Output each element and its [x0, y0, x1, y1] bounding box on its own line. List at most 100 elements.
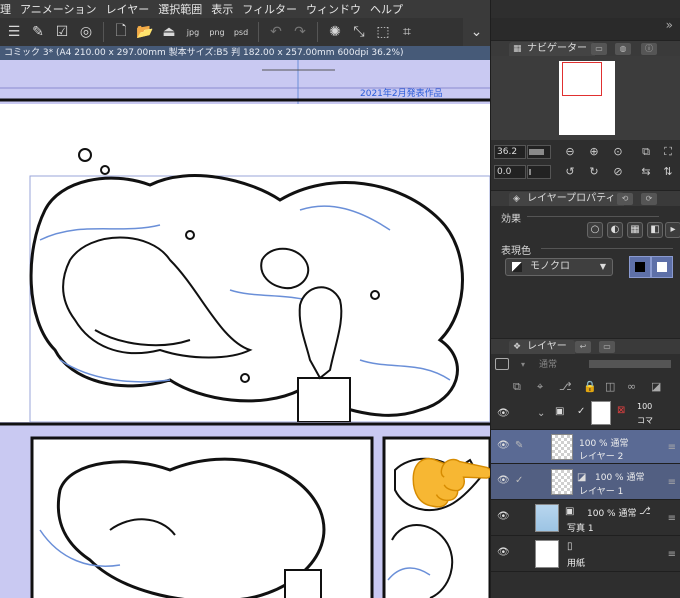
paper-icon: ▯ [567, 541, 573, 552]
layer-name: 写真 1 [567, 524, 594, 534]
pen-edit-icon[interactable]: ✎ [515, 440, 523, 451]
menu-item-selection[interactable]: 選択範囲 [158, 1, 211, 17]
eye-icon[interactable]: 👁 [497, 547, 510, 558]
zoom-out-icon[interactable]: ⊖ [563, 145, 577, 159]
layer-row-paper[interactable]: 👁 ▯ 用紙 ≡ [491, 536, 680, 572]
layer-row-layer-2[interactable]: 👁 ✎ 100 % 通常 レイヤー 2 ≡ [491, 430, 680, 464]
layer-menu-icon[interactable]: ≡ [668, 513, 676, 524]
history-icon[interactable]: ↩ [575, 341, 591, 353]
layer-tool-row: ⧉ ⌖ ⎇ 🔒 ◫ ∞ ◪ [491, 376, 680, 398]
palette-color-icon[interactable]: ◪ [651, 380, 661, 393]
reference-layer-icon[interactable]: ⧉ [513, 380, 521, 394]
menu-item-help[interactable]: ヘルプ [370, 1, 412, 17]
export-png-icon[interactable]: png [207, 22, 227, 42]
extract-line-icon[interactable]: ◐ [607, 222, 623, 238]
reset-rotation-icon[interactable]: ⊘ [611, 165, 625, 179]
pen-settings-icon[interactable]: ✎ [28, 22, 48, 42]
chevron-right-icon[interactable]: » [666, 18, 673, 32]
flip-horizontal-icon[interactable]: ⇆ [639, 165, 653, 179]
link-icon[interactable]: ∞ [627, 380, 636, 393]
rotate-left-icon[interactable]: ↺ [563, 165, 577, 179]
menu-item-filter[interactable]: フィルター [242, 1, 306, 17]
border-effect-icon[interactable]: ○ [587, 222, 603, 238]
rotate-slider[interactable] [527, 165, 551, 179]
menu-item-layer[interactable]: レイヤー [106, 1, 159, 17]
document-tab[interactable]: コミック 3* (A4 210.00 x 297.00mm 製本サイズ:B5 判… [0, 46, 490, 60]
layer-thumbnail [551, 434, 573, 460]
sub-tool-detail-icon[interactable]: ⟳ [641, 193, 657, 205]
zoom-slider[interactable] [527, 145, 551, 159]
layer-name: レイヤー 1 [579, 487, 624, 497]
tone-icon[interactable]: ▦ [627, 222, 643, 238]
menu-item-edit[interactable]: 理 [0, 1, 20, 17]
info-icon[interactable]: ◍ [615, 43, 631, 55]
clip-icon: ⎇ [639, 506, 651, 517]
menu-item-view[interactable]: 表示 [211, 1, 242, 17]
mask-icon[interactable]: ◫ [605, 380, 615, 393]
layer-row-layer-1[interactable]: 👁 ✓ ◪ 100 % 通常 レイヤー 1 ≡ [491, 464, 680, 500]
search-layer-icon[interactable]: ⟲ [617, 193, 633, 205]
opacity-slider[interactable] [589, 360, 671, 368]
check-icon: ✓ [577, 406, 586, 417]
mask-disabled-icon[interactable]: ⊠ [617, 405, 625, 416]
black-color-button[interactable] [629, 256, 651, 278]
rotate-slider-fill [529, 169, 531, 175]
white-color-button[interactable] [651, 256, 673, 278]
menu-item-animation[interactable]: アニメーション [20, 1, 106, 17]
layer-menu-icon[interactable]: ≡ [668, 442, 676, 453]
layer-menu-icon[interactable]: ≡ [668, 477, 676, 488]
chevron-down-icon[interactable]: ⌄ [463, 18, 490, 46]
layer-row-folder[interactable]: 👁 ⌄ ▣ ✓ ⊠ 100 コマ [491, 398, 680, 430]
open-folder-icon[interactable]: 📂 [135, 22, 155, 42]
eye-icon[interactable]: 👁 [497, 408, 510, 419]
canvas-area[interactable]: 2021年2月発表作品 [0, 60, 490, 598]
expression-color-select[interactable]: モノクロ ▼ [505, 258, 613, 276]
flip-vertical-icon[interactable]: ⇅ [661, 165, 675, 179]
select-all-icon[interactable]: ⬚ [373, 22, 393, 42]
navigator-preview[interactable] [491, 56, 680, 140]
crop-icon[interactable]: ⌗ [397, 22, 417, 42]
tab-navigator[interactable]: ▦ ナビゲーター [509, 42, 595, 56]
zoom-input[interactable]: 36.2 [494, 145, 526, 159]
eye-icon[interactable]: 👁 [497, 511, 510, 522]
fit-icon[interactable]: ⊙ [611, 145, 625, 159]
transform-icon[interactable]: ⤡ [349, 22, 369, 42]
export-jpg-icon[interactable]: jpg [183, 22, 203, 42]
eye-icon[interactable]: 👁 [497, 475, 510, 486]
sub-view-icon[interactable]: ▭ [591, 43, 607, 55]
blend-mode-select[interactable]: ▾ 通常 [513, 357, 583, 373]
layer-color-icon[interactable]: ◧ [647, 222, 663, 238]
layer-row-photo-1[interactable]: 👁 ▣ 100 % 通常 ⎇ 写真 1 ≡ [491, 500, 680, 536]
lock-transparency-icon[interactable] [495, 358, 509, 370]
loading-icon[interactable]: ✺ [325, 22, 345, 42]
fit-window-icon[interactable]: ⛶ [661, 145, 675, 159]
zoom-in-icon[interactable]: ⊕ [587, 145, 601, 159]
tab-layer-property[interactable]: ◈ レイヤープロパティ [509, 192, 624, 206]
draft-layer-icon[interactable]: ⌖ [537, 380, 543, 394]
redo-icon[interactable]: ↷ [290, 22, 310, 42]
navigator-viewport-frame[interactable] [562, 62, 602, 96]
spiral-icon[interactable]: ◎ [76, 22, 96, 42]
rotate-right-icon[interactable]: ↻ [587, 165, 601, 179]
auto-action-icon[interactable]: ▭ [599, 341, 615, 353]
eye-icon[interactable]: 👁 [497, 440, 510, 451]
check-icon[interactable]: ✓ [515, 475, 523, 486]
menu-item-window[interactable]: ウィンドウ [306, 1, 370, 17]
save-icon[interactable]: ⏏ [159, 22, 179, 42]
rotate-input[interactable]: 0.0 [494, 165, 526, 179]
clip-layer-icon[interactable]: ⎇ [559, 380, 572, 393]
layer-menu-icon[interactable]: ≡ [668, 549, 676, 560]
chevron-down-icon[interactable]: ⌄ [537, 408, 545, 419]
actual-size-icon[interactable]: ⧉ [639, 145, 653, 159]
tab-layer[interactable]: ❖ レイヤー [509, 340, 575, 354]
export-psd-icon[interactable]: psd [231, 22, 251, 42]
lock-icon[interactable]: 🔒 [583, 380, 597, 393]
layer-thumbnail [551, 469, 573, 495]
menu-icon[interactable]: ☰ [4, 22, 24, 42]
undo-icon[interactable]: ↶ [266, 22, 286, 42]
layer-check-icon[interactable]: ☑ [52, 22, 72, 42]
histogram-icon[interactable]: ⓘ [641, 43, 657, 55]
more-effect-icon[interactable]: ▸ [665, 222, 680, 238]
black-swatch [635, 262, 645, 272]
new-file-icon[interactable]: 🗋 [111, 22, 131, 42]
